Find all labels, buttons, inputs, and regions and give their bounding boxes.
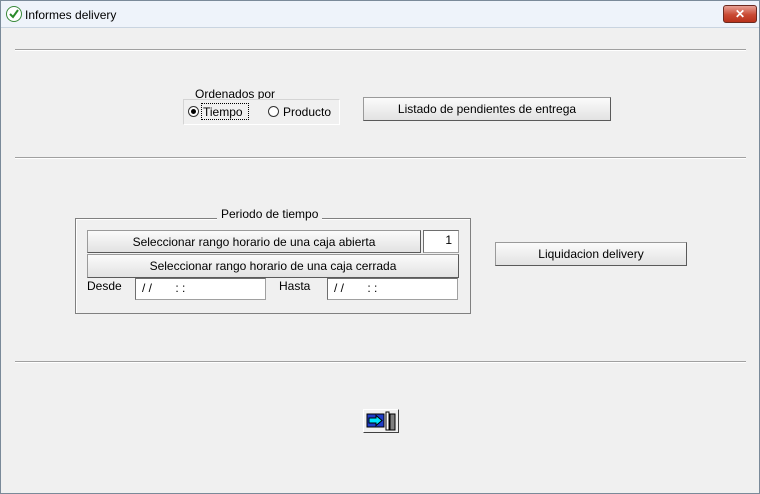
radio-tiempo-circle[interactable] — [188, 106, 199, 117]
to-datetime-field[interactable]: / / : : — [327, 278, 458, 300]
delivery-liquidation-button[interactable]: Liquidacion delivery — [495, 242, 687, 266]
select-open-cashbox-range-button[interactable]: Seleccionar rango horario de una caja ab… — [87, 230, 421, 253]
close-icon: ✕ — [734, 7, 746, 21]
radio-producto-circle[interactable] — [268, 106, 279, 117]
exit-button[interactable] — [363, 409, 399, 433]
exit-door-icon — [366, 411, 396, 431]
separator-middle — [15, 157, 746, 159]
separator-bottom — [15, 361, 746, 363]
to-label: Hasta — [279, 279, 311, 293]
pending-delivery-list-button[interactable]: Listado de pendientes de entrega — [363, 97, 611, 121]
period-title: Periodo de tiempo — [217, 207, 323, 221]
close-button[interactable]: ✕ — [723, 5, 757, 23]
radio-selected-dot — [191, 109, 196, 114]
radio-producto-label[interactable]: Producto — [283, 105, 331, 119]
app-icon[interactable] — [6, 6, 22, 22]
select-closed-cashbox-range-button[interactable]: Seleccionar rango horario de una caja ce… — [87, 254, 459, 278]
from-label: Desde — [87, 279, 122, 293]
cashbox-number-field[interactable]: 1 — [423, 230, 459, 253]
from-datetime-field[interactable]: / / : : — [135, 278, 266, 300]
report-window: Informes delivery ✕ Ordenados por Tiempo… — [0, 0, 760, 494]
title-bar[interactable]: Informes delivery ✕ — [1, 1, 759, 28]
window-title: Informes delivery — [25, 8, 117, 22]
radio-tiempo-label[interactable]: Tiempo — [203, 105, 243, 119]
separator-top — [15, 49, 746, 51]
